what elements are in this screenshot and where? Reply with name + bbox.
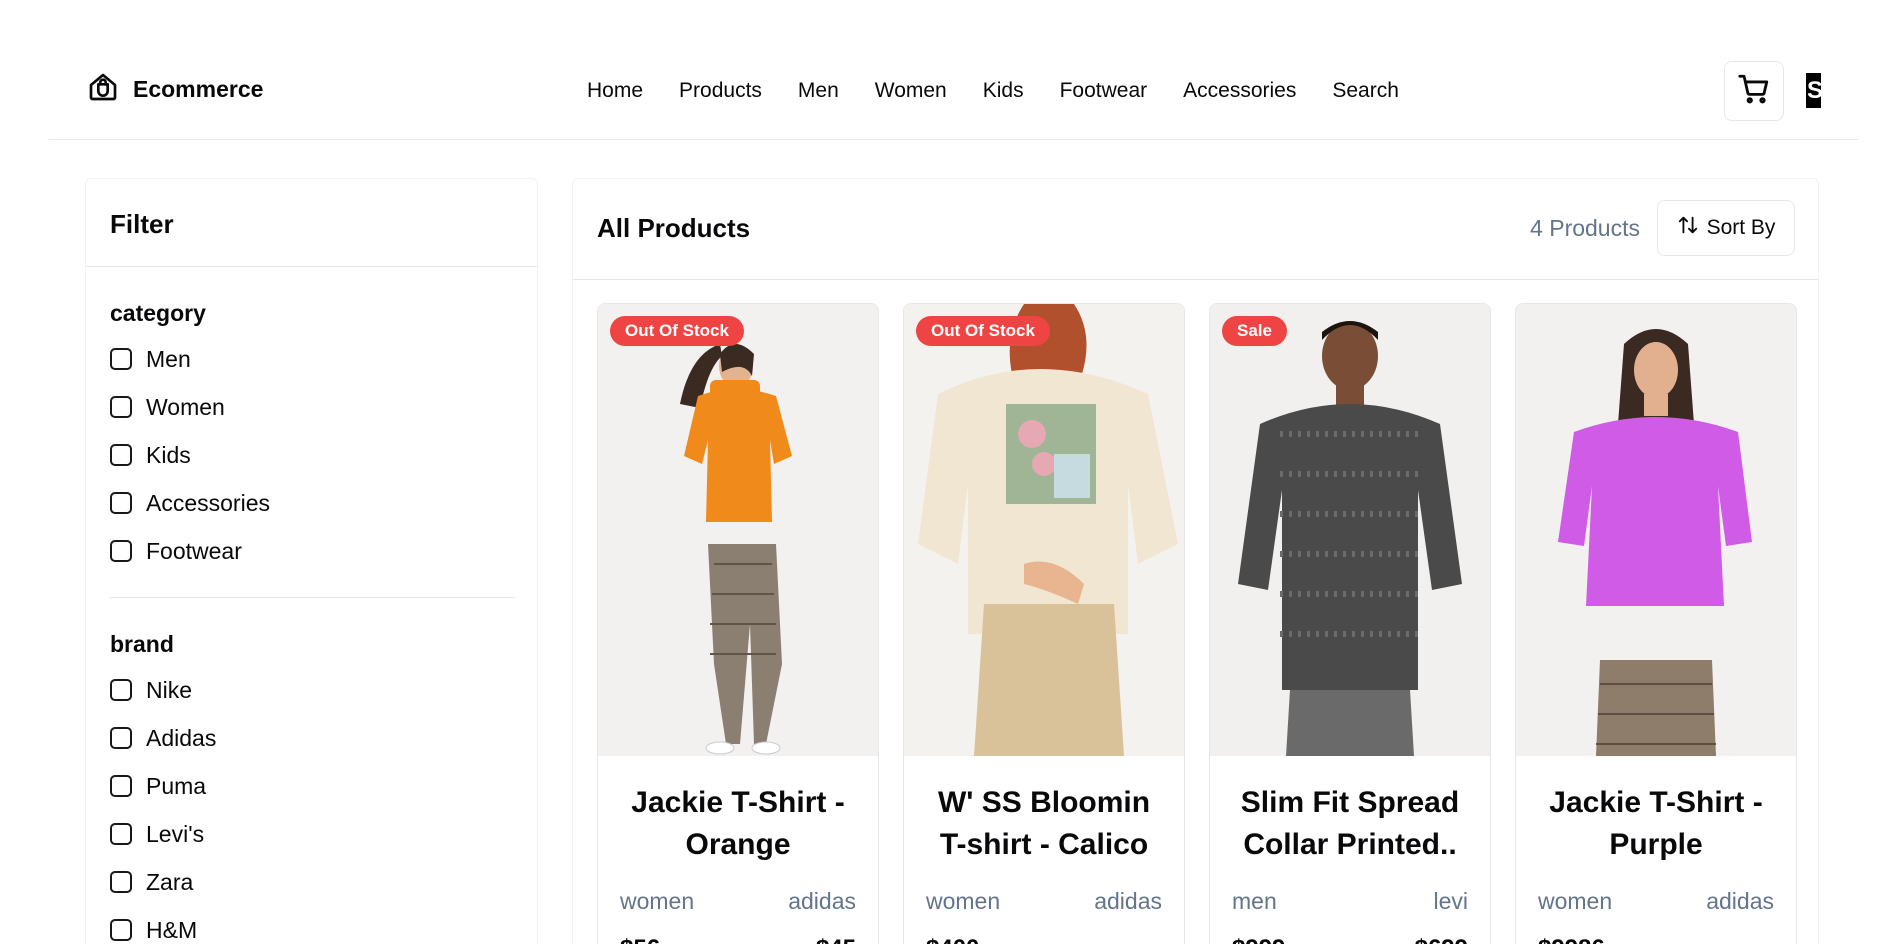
category-option-men[interactable]: Men — [110, 335, 513, 383]
checkbox[interactable] — [110, 679, 132, 701]
cart-icon — [1737, 72, 1771, 111]
checkbox[interactable] — [110, 823, 132, 845]
product-price: $56 — [620, 935, 660, 944]
brand-option-puma[interactable]: Puma — [110, 762, 513, 810]
product-brand: adidas — [1706, 888, 1774, 914]
cart-button[interactable] — [1724, 61, 1784, 121]
product-image[interactable]: Out Of Stock — [598, 304, 878, 756]
product-category: women — [1538, 888, 1613, 914]
category-option-women[interactable]: Women — [110, 383, 513, 431]
checkbox[interactable] — [110, 919, 132, 941]
product-brand: adidas — [1094, 888, 1162, 914]
house-icon — [87, 71, 119, 108]
option-label: Men — [146, 345, 191, 372]
brand-link[interactable]: Ecommerce — [87, 73, 263, 105]
product-image[interactable]: Out Of Stock — [904, 304, 1184, 756]
option-label: H&M — [146, 916, 198, 943]
nav-home[interactable]: Home — [587, 79, 643, 103]
nav-accessories[interactable]: Accessories — [1183, 79, 1296, 103]
option-label: Levi's — [146, 820, 205, 847]
product-name[interactable]: W' SS Bloomin T-shirt - Calico — [926, 782, 1162, 866]
nav-men[interactable]: Men — [798, 79, 839, 103]
filter-title: Filter — [110, 209, 174, 239]
option-label: Accessories — [146, 489, 270, 516]
nav-kids[interactable]: Kids — [983, 79, 1024, 103]
checkbox[interactable] — [110, 444, 132, 466]
brand-option-zara[interactable]: Zara — [110, 858, 513, 906]
product-brand: adidas — [788, 888, 856, 914]
product-category: women — [620, 888, 695, 914]
products-header: All Products 4 Products Sort By — [573, 179, 1818, 280]
brand-group-title: brand — [110, 631, 174, 657]
product-name[interactable]: Jackie T-Shirt - Purple — [1538, 782, 1774, 866]
status-badge: Out Of Stock — [916, 316, 1050, 346]
product-grid: Out Of Stock Jackie T-Shirt - Orange wom… — [597, 303, 1797, 944]
nav-footwear[interactable]: Footwear — [1060, 79, 1148, 103]
product-brand: levi — [1433, 888, 1468, 914]
filter-divider — [110, 597, 515, 598]
category-option-footwear[interactable]: Footwear — [110, 527, 513, 575]
product-image[interactable] — [1516, 304, 1796, 756]
option-label: Puma — [146, 772, 207, 799]
product-name[interactable]: Jackie T-Shirt - Orange — [620, 782, 856, 866]
nav-products[interactable]: Products — [679, 79, 762, 103]
product-price: $999 — [1232, 935, 1285, 944]
brand-label: Ecommerce — [133, 75, 264, 102]
checkbox[interactable] — [110, 396, 132, 418]
checkbox[interactable] — [110, 871, 132, 893]
product-sale-price: $699 — [1415, 935, 1468, 944]
product-count: 4 Products — [1530, 215, 1640, 241]
brand-option-adidas[interactable]: Adidas — [110, 714, 513, 762]
option-label: Women — [146, 393, 225, 420]
product-card[interactable]: Jackie T-Shirt - Purple women adidas $998… — [1515, 303, 1797, 944]
nav-women[interactable]: Women — [875, 79, 947, 103]
filter-header: Filter — [86, 179, 537, 267]
products-panel: All Products 4 Products Sort By Out Of S… — [572, 178, 1819, 944]
brand-option-nike[interactable]: Nike — [110, 666, 513, 714]
checkbox[interactable] — [110, 727, 132, 749]
site-header: Ecommerce Home Products Men Women Kids F… — [49, 40, 1858, 140]
brand-option-hm[interactable]: H&M — [110, 906, 513, 944]
product-price: $9986 — [1538, 935, 1605, 944]
option-label: Footwear — [146, 537, 242, 564]
nav-search[interactable]: Search — [1332, 79, 1399, 103]
category-option-accessories[interactable]: Accessories — [110, 479, 513, 527]
avatar[interactable]: S — [1806, 73, 1821, 108]
product-card[interactable]: Sale Slim Fit Spread Collar Printed.. me… — [1209, 303, 1491, 944]
option-label: Nike — [146, 676, 193, 703]
product-sale-price: $45 — [816, 935, 856, 944]
product-image[interactable]: Sale — [1210, 304, 1490, 756]
option-label: Adidas — [146, 724, 217, 751]
page-title: All Products — [597, 213, 751, 243]
product-category: women — [926, 888, 1001, 914]
product-category: men — [1232, 888, 1277, 914]
category-option-kids[interactable]: Kids — [110, 431, 513, 479]
category-group-title: category — [110, 300, 206, 326]
product-name[interactable]: Slim Fit Spread Collar Printed.. — [1232, 782, 1468, 866]
main-nav: Home Products Men Women Kids Footwear Ac… — [587, 76, 1399, 106]
checkbox[interactable] — [110, 348, 132, 370]
status-badge: Sale — [1222, 316, 1287, 346]
status-badge: Out Of Stock — [610, 316, 744, 346]
checkbox[interactable] — [110, 540, 132, 562]
option-label: Zara — [146, 868, 194, 895]
filter-sidebar: Filter category Men Women Kids Accessori… — [85, 178, 538, 944]
product-price: $400 — [926, 935, 979, 944]
option-label: Kids — [146, 441, 191, 468]
sort-label: Sort By — [1706, 216, 1776, 239]
sort-arrows-icon — [1677, 214, 1699, 242]
sort-button[interactable]: Sort By — [1657, 200, 1795, 256]
product-card[interactable]: Out Of Stock W' SS Bloomin T-shirt - Cal… — [903, 303, 1185, 944]
brand-option-levis[interactable]: Levi's — [110, 810, 513, 858]
checkbox[interactable] — [110, 492, 132, 514]
checkbox[interactable] — [110, 775, 132, 797]
product-card[interactable]: Out Of Stock Jackie T-Shirt - Orange wom… — [597, 303, 879, 944]
